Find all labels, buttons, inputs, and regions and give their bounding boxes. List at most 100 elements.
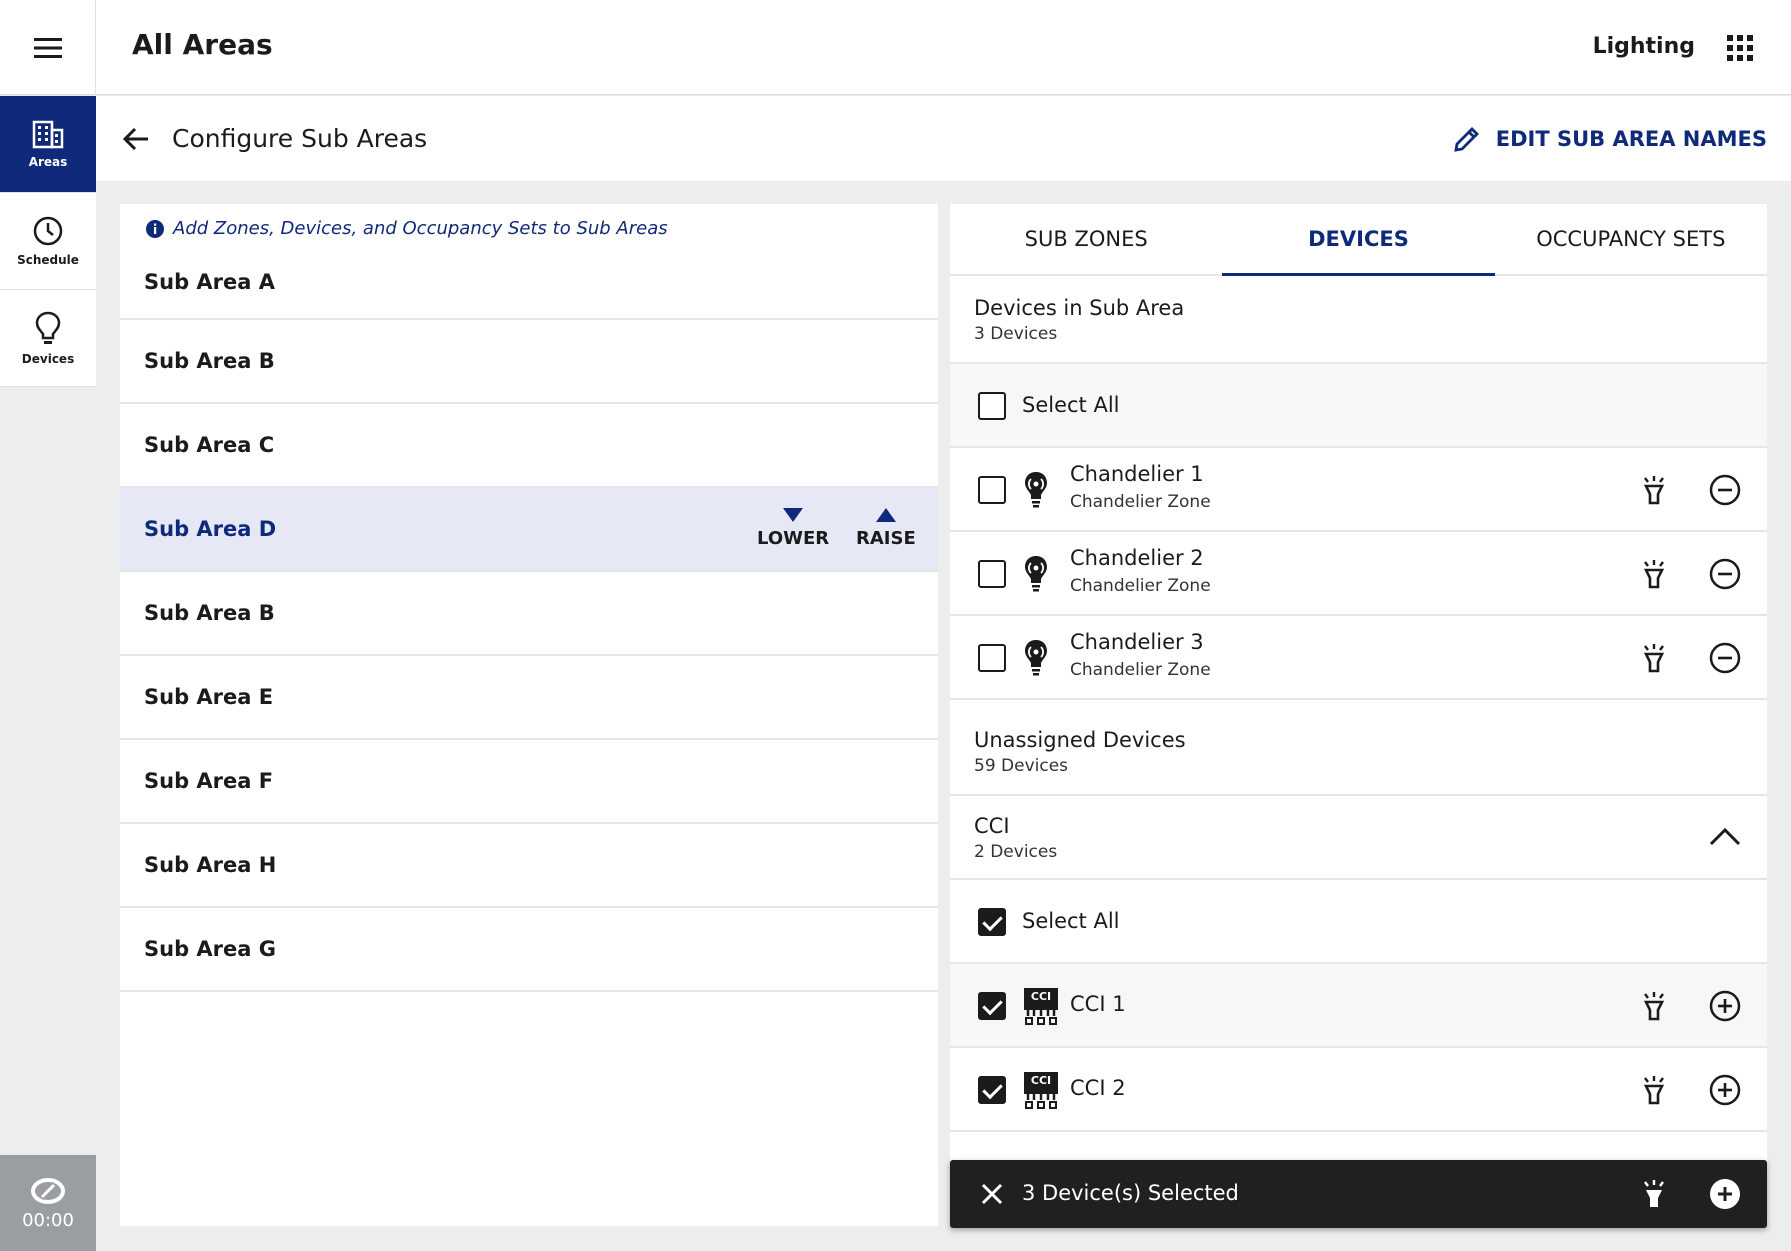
sub-area-label: Sub Area D bbox=[144, 517, 277, 541]
sidebar: Areas Schedule Devices 00:00 bbox=[0, 96, 96, 1251]
edit-sub-area-names-button[interactable]: EDIT SUB AREA NAMES bbox=[1452, 124, 1767, 154]
cci-group-header[interactable]: CCI 2 Devices bbox=[950, 796, 1767, 880]
info-icon bbox=[146, 219, 164, 238]
device-name: CCI 1 bbox=[1070, 992, 1126, 1016]
flashlight-filled-icon bbox=[1644, 1180, 1664, 1207]
lower-button[interactable]: LOWER bbox=[757, 508, 829, 549]
identify-button[interactable] bbox=[1637, 1073, 1671, 1107]
clock-icon bbox=[33, 216, 63, 246]
minus-circle-icon bbox=[1709, 642, 1741, 674]
device-checkbox[interactable] bbox=[978, 992, 1006, 1020]
sidebar-item-label: Areas bbox=[28, 155, 68, 169]
cci-icon-text: CCI bbox=[1031, 1074, 1051, 1087]
add-device-button[interactable] bbox=[1708, 1073, 1742, 1107]
collapse-group-button[interactable] bbox=[1708, 820, 1742, 854]
group-count: 2 Devices bbox=[974, 842, 1058, 862]
sub-area-item[interactable]: Sub Area B bbox=[120, 572, 938, 656]
sidebar-item-label: Devices bbox=[21, 352, 75, 366]
sub-area-item[interactable]: Sub Area A bbox=[120, 246, 938, 320]
sidebar-item-devices[interactable]: Devices bbox=[0, 290, 96, 387]
section-count: 3 Devices bbox=[974, 324, 1058, 344]
flashlight-icon bbox=[1643, 1076, 1665, 1105]
apps-grid-button[interactable] bbox=[1725, 33, 1755, 63]
select-all-checkbox[interactable] bbox=[978, 908, 1006, 936]
section-heading: Unassigned Devices bbox=[974, 728, 1186, 752]
sidebar-item-schedule[interactable]: Schedule bbox=[0, 193, 96, 290]
flashlight-icon bbox=[1643, 644, 1665, 673]
page-title: All Areas bbox=[132, 28, 273, 61]
device-zone: Chandelier Zone bbox=[1070, 660, 1211, 680]
section-count: 59 Devices bbox=[974, 756, 1069, 776]
device-row: CCI CCI 1 bbox=[950, 964, 1767, 1048]
menu-button[interactable] bbox=[0, 0, 96, 95]
device-checkbox[interactable] bbox=[978, 560, 1006, 588]
sub-area-list-panel: Add Zones, Devices, and Occupancy Sets t… bbox=[120, 204, 938, 1226]
device-row: Chandelier 2 Chandelier Zone bbox=[950, 532, 1767, 616]
sub-area-label: Sub Area A bbox=[144, 270, 276, 294]
device-checkbox[interactable] bbox=[978, 476, 1006, 504]
pencil-icon bbox=[1454, 127, 1479, 152]
cci-device-icon: CCI bbox=[1024, 1072, 1058, 1109]
sub-area-item[interactable]: Sub Area B bbox=[120, 320, 938, 404]
remove-device-button[interactable] bbox=[1708, 641, 1742, 675]
triangle-down-icon bbox=[783, 508, 804, 522]
sub-area-item[interactable]: Sub Area H bbox=[120, 824, 938, 908]
lower-label: LOWER bbox=[757, 528, 830, 549]
clear-selection-button[interactable] bbox=[976, 1178, 1008, 1210]
remove-device-button[interactable] bbox=[1708, 557, 1742, 591]
identify-button[interactable] bbox=[1637, 557, 1671, 591]
device-name: CCI 2 bbox=[1070, 1076, 1126, 1100]
sub-area-item[interactable]: Sub Area E bbox=[120, 656, 938, 740]
plus-circle-icon bbox=[1709, 1074, 1741, 1106]
sub-area-item[interactable]: Sub Area F bbox=[120, 740, 938, 824]
plus-circle-icon bbox=[1709, 990, 1741, 1022]
wireless-bulb-icon bbox=[1025, 556, 1047, 592]
devices-in-sub-area-header: Devices in Sub Area 3 Devices bbox=[950, 276, 1767, 364]
sync-status[interactable]: 00:00 bbox=[0, 1155, 96, 1251]
add-device-button[interactable] bbox=[1708, 989, 1742, 1023]
section-title: Configure Sub Areas bbox=[172, 124, 428, 153]
wireless-bulb-icon bbox=[1025, 472, 1047, 508]
plus-circle-filled-icon bbox=[1710, 1179, 1740, 1209]
sync-logo-icon bbox=[31, 1177, 65, 1204]
sidebar-item-areas[interactable]: Areas bbox=[0, 96, 96, 193]
sub-area-label: Sub Area H bbox=[144, 853, 277, 877]
raise-button[interactable]: RAISE bbox=[856, 508, 916, 549]
edit-sub-area-names-label: EDIT SUB AREA NAMES bbox=[1495, 127, 1767, 151]
flashlight-icon bbox=[1643, 476, 1665, 505]
sub-area-item[interactable]: Sub Area G bbox=[120, 908, 938, 992]
identify-button[interactable] bbox=[1637, 473, 1671, 507]
sub-area-item[interactable]: Sub Area C bbox=[120, 404, 938, 488]
device-checkbox[interactable] bbox=[978, 644, 1006, 672]
identify-button[interactable] bbox=[1637, 989, 1671, 1023]
device-checkbox[interactable] bbox=[978, 1076, 1006, 1104]
sidebar-item-label: Schedule bbox=[17, 253, 79, 267]
close-icon bbox=[981, 1183, 1003, 1205]
device-row: Chandelier 3 Chandelier Zone bbox=[950, 616, 1767, 700]
select-all-checkbox[interactable] bbox=[978, 392, 1006, 420]
app-name: Lighting bbox=[1592, 34, 1695, 59]
tab-sub-zones[interactable]: SUB ZONES bbox=[950, 204, 1222, 274]
selection-count: 3 Device(s) Selected bbox=[1022, 1181, 1239, 1205]
sub-area-label: Sub Area B bbox=[144, 349, 275, 373]
identify-selected-button[interactable] bbox=[1637, 1177, 1671, 1211]
back-button[interactable] bbox=[120, 122, 154, 156]
hamburger-icon bbox=[33, 37, 62, 58]
grid-icon bbox=[1727, 35, 1753, 61]
add-selected-button[interactable] bbox=[1708, 1177, 1742, 1211]
minus-circle-icon bbox=[1709, 558, 1741, 590]
device-zone: Chandelier Zone bbox=[1070, 576, 1211, 596]
remove-device-button[interactable] bbox=[1708, 473, 1742, 507]
device-zone: Chandelier Zone bbox=[1070, 492, 1211, 512]
tab-bar: SUB ZONES DEVICES OCCUPANCY SETS bbox=[950, 204, 1767, 276]
wireless-bulb-icon bbox=[1025, 640, 1047, 676]
flashlight-icon bbox=[1643, 992, 1665, 1021]
tab-devices[interactable]: DEVICES bbox=[1222, 204, 1495, 276]
tab-occupancy-sets[interactable]: OCCUPANCY SETS bbox=[1495, 204, 1767, 274]
flashlight-icon bbox=[1643, 560, 1665, 589]
identify-button[interactable] bbox=[1637, 641, 1671, 675]
section-heading: Devices in Sub Area bbox=[974, 296, 1185, 320]
sub-area-list: Sub Area A Sub Area B Sub Area C Sub Are… bbox=[120, 246, 938, 992]
sub-area-item-selected[interactable]: Sub Area D LOWER RAISE bbox=[120, 488, 938, 572]
device-row: Chandelier 1 Chandelier Zone bbox=[950, 448, 1767, 532]
